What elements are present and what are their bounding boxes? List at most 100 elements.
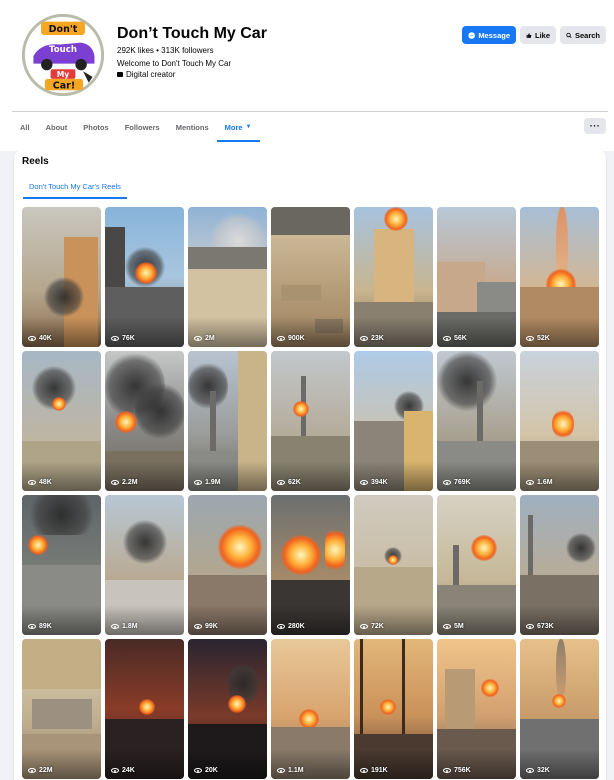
reel-views: 89K xyxy=(28,623,52,630)
reel-views: 900K xyxy=(277,335,305,342)
tab-more-label: More xyxy=(224,122,243,132)
page-title: Don’t Touch My Car xyxy=(117,25,267,42)
reel-views: 24K xyxy=(111,767,135,774)
eye-icon xyxy=(526,336,534,341)
reel-thumbnail[interactable]: 32K xyxy=(520,639,599,779)
reel-thumbnail[interactable]: 99K xyxy=(188,495,267,635)
reel-thumbnail[interactable]: 22M xyxy=(22,639,101,779)
reel-views: 62K xyxy=(277,479,301,486)
reel-views: 2.2M xyxy=(111,479,138,486)
reel-thumbnail[interactable]: 1.6M xyxy=(520,351,599,491)
page-actions: Message Like Search xyxy=(462,26,606,44)
eye-icon xyxy=(277,768,285,773)
search-button[interactable]: Search xyxy=(560,26,606,44)
eye-icon xyxy=(111,768,119,773)
reel-views: 48K xyxy=(28,479,52,486)
reel-views: 20K xyxy=(194,767,218,774)
logo-text-car: Car! xyxy=(53,80,75,91)
reel-views: 756K xyxy=(443,767,471,774)
tab-about[interactable]: About xyxy=(38,112,76,142)
eye-icon xyxy=(111,480,119,485)
tab-photos[interactable]: Photos xyxy=(75,112,116,142)
reel-thumbnail[interactable]: 89K xyxy=(22,495,101,635)
tab-followers[interactable]: Followers xyxy=(117,112,168,142)
reel-thumbnail[interactable]: 280K xyxy=(271,495,350,635)
reel-views: 1.8M xyxy=(111,623,138,630)
avatar[interactable]: Don't Touch My Car! xyxy=(20,12,106,98)
reel-thumbnail[interactable]: 40K xyxy=(22,207,101,347)
reel-thumbnail[interactable]: 62K xyxy=(271,351,350,491)
page-stats[interactable]: 292K likes • 313K followers xyxy=(117,46,214,55)
logo-text-dont: Don't xyxy=(49,24,78,35)
tab-more[interactable]: More ▼ xyxy=(216,112,260,142)
reel-views: 22M xyxy=(28,767,53,774)
reel-views: 76K xyxy=(111,335,135,342)
eye-icon xyxy=(194,624,202,629)
reel-thumbnail[interactable]: 756K xyxy=(437,639,516,779)
reel-thumbnail[interactable]: 1.8M xyxy=(105,495,184,635)
category-label: Digital creator xyxy=(126,70,176,79)
messenger-icon xyxy=(468,31,475,39)
eye-icon xyxy=(194,336,202,341)
eye-icon xyxy=(526,480,534,485)
eye-icon xyxy=(28,768,36,773)
eye-icon xyxy=(443,336,451,341)
reel-thumbnail[interactable]: 5M xyxy=(437,495,516,635)
eye-icon xyxy=(277,480,285,485)
reel-thumbnail[interactable]: 2.2M xyxy=(105,351,184,491)
reel-thumbnail[interactable]: 48K xyxy=(22,351,101,491)
profile-tabs: All About Photos Followers Mentions More… xyxy=(12,112,260,142)
reel-views: 2M xyxy=(194,335,215,342)
eye-icon xyxy=(194,768,202,773)
page-category: Digital creator xyxy=(117,70,175,79)
like-label: Like xyxy=(534,30,550,40)
eye-icon xyxy=(443,624,451,629)
reel-views: 23K xyxy=(360,335,384,342)
eye-icon xyxy=(526,768,534,773)
reel-views: 1.6M xyxy=(526,479,553,486)
reel-thumbnail[interactable]: 769K xyxy=(437,351,516,491)
reel-thumbnail[interactable]: 20K xyxy=(188,639,267,779)
message-label: Message xyxy=(478,30,510,40)
reel-views: 52K xyxy=(526,335,550,342)
logo-text-touch: Touch xyxy=(49,45,77,55)
tab-mentions[interactable]: Mentions xyxy=(168,112,217,142)
eye-icon xyxy=(360,624,368,629)
reels-card: Reels Don't Touch My Car's Reels 40K 76K… xyxy=(14,150,606,780)
reel-thumbnail[interactable]: 52K xyxy=(520,207,599,347)
message-button[interactable]: Message xyxy=(462,26,516,44)
reel-thumbnail[interactable]: 1.1M xyxy=(271,639,350,779)
reel-views: 56K xyxy=(443,335,467,342)
reel-views: 99K xyxy=(194,623,218,630)
eye-icon xyxy=(277,624,285,629)
reels-subtab[interactable]: Don't Touch My Car's Reels xyxy=(23,173,127,199)
reel-thumbnail[interactable]: 673K xyxy=(520,495,599,635)
reel-thumbnail[interactable]: 191K xyxy=(354,639,433,779)
reel-thumbnail[interactable]: 23K xyxy=(354,207,433,347)
eye-icon xyxy=(360,768,368,773)
eye-icon xyxy=(443,480,451,485)
eye-icon xyxy=(526,624,534,629)
reel-views: 673K xyxy=(526,623,554,630)
more-options-button[interactable]: ··· xyxy=(584,118,606,134)
page-intro: Welcome to Don't Touch My Car xyxy=(117,59,232,68)
eye-icon xyxy=(277,336,285,341)
reel-thumbnail[interactable]: 56K xyxy=(437,207,516,347)
reel-views: 40K xyxy=(28,335,52,342)
reel-thumbnail[interactable]: 76K xyxy=(105,207,184,347)
reel-thumbnail[interactable]: 394K xyxy=(354,351,433,491)
reel-thumbnail[interactable]: 900K xyxy=(271,207,350,347)
reel-thumbnail[interactable]: 24K xyxy=(105,639,184,779)
tab-all[interactable]: All xyxy=(12,112,38,142)
search-label: Search xyxy=(574,30,600,40)
like-button[interactable]: Like xyxy=(520,26,556,44)
search-icon xyxy=(566,32,572,38)
reel-thumbnail[interactable]: 2M xyxy=(188,207,267,347)
eye-icon xyxy=(28,624,36,629)
reel-thumbnail[interactable]: 1.9M xyxy=(188,351,267,491)
logo-text-my: My xyxy=(57,70,70,79)
reel-thumbnail[interactable]: 72K xyxy=(354,495,433,635)
briefcase-icon xyxy=(117,72,123,77)
caret-down-icon: ▼ xyxy=(245,124,252,130)
eye-icon xyxy=(28,480,36,485)
